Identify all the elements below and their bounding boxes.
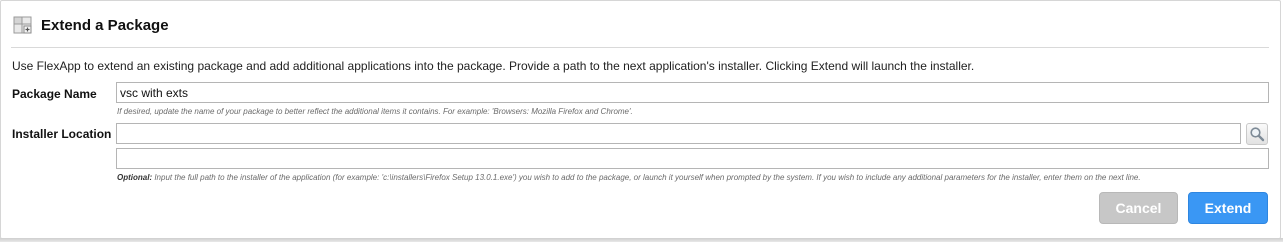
package-name-hint: If desired, update the name of your pack… bbox=[117, 107, 633, 116]
installer-location-hint: Optional: Input the full path to the ins… bbox=[117, 173, 1141, 182]
optional-label: Optional: bbox=[117, 173, 153, 182]
package-name-input[interactable] bbox=[116, 82, 1269, 103]
panel-shadow bbox=[0, 238, 1283, 242]
browse-installer-button[interactable] bbox=[1246, 123, 1268, 145]
header-divider bbox=[11, 47, 1269, 48]
panel-header: Extend a Package bbox=[12, 14, 1270, 40]
magnifier-icon bbox=[1249, 126, 1265, 145]
extend-button[interactable]: Extend bbox=[1188, 192, 1268, 224]
installer-parameters-input[interactable] bbox=[116, 148, 1269, 169]
installer-location-input[interactable] bbox=[116, 123, 1241, 144]
description-text: Use FlexApp to extend an existing packag… bbox=[12, 59, 975, 73]
package-name-label: Package Name bbox=[12, 87, 97, 101]
installer-hint-text: Input the full path to the installer of … bbox=[152, 173, 1141, 182]
package-extend-icon bbox=[12, 14, 34, 36]
page-title: Extend a Package bbox=[41, 17, 169, 34]
installer-location-label: Installer Location bbox=[12, 127, 112, 141]
cancel-button[interactable]: Cancel bbox=[1099, 192, 1178, 224]
